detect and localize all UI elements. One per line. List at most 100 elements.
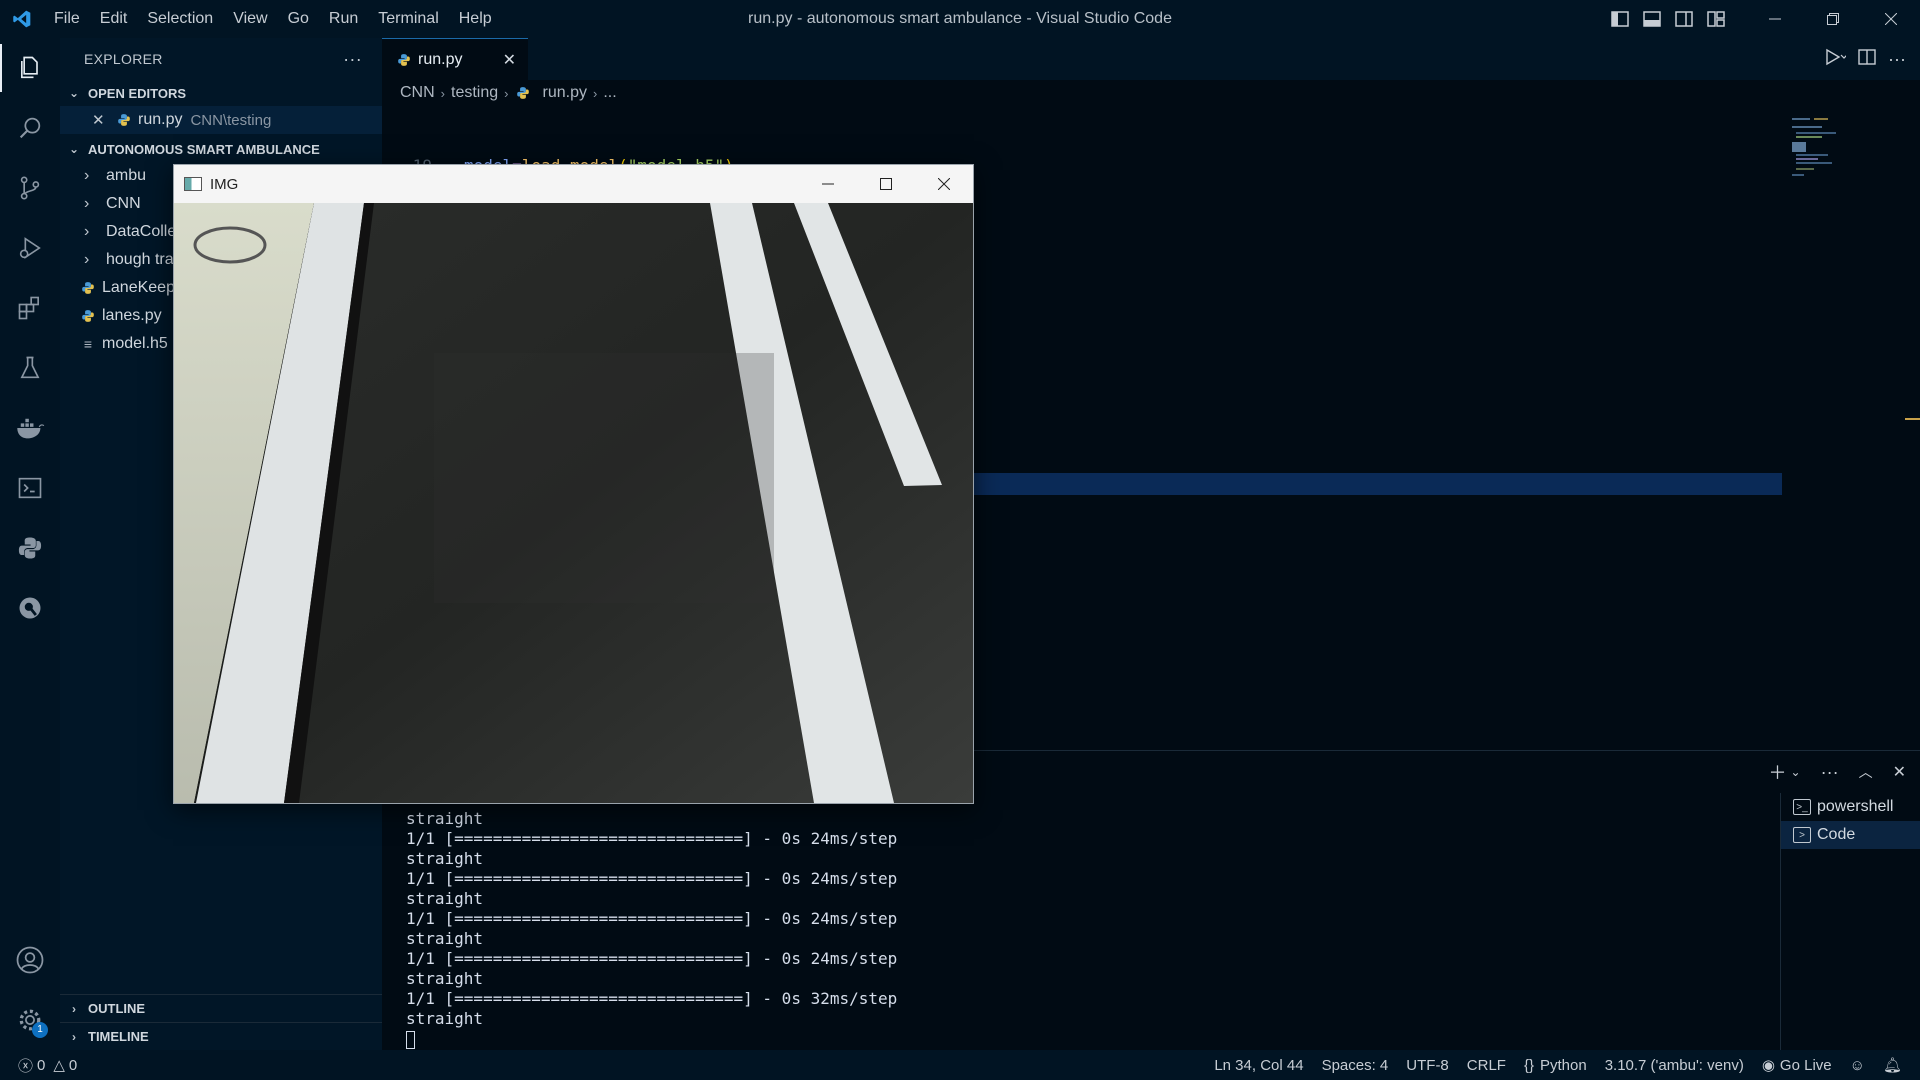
- chevron-right-icon: ›: [84, 251, 90, 268]
- extensions-icon[interactable]: [0, 278, 60, 338]
- split-editor-icon[interactable]: [1858, 48, 1876, 70]
- minimize-icon[interactable]: [1746, 0, 1804, 38]
- menu-selection[interactable]: Selection: [137, 0, 223, 38]
- img-window-titlebar[interactable]: IMG: [174, 165, 973, 203]
- breadcrumb-cnn[interactable]: CNN: [400, 84, 435, 102]
- remote-explorer-icon[interactable]: [0, 578, 60, 638]
- toggle-primary-sidebar-icon[interactable]: [1604, 0, 1636, 38]
- accounts-icon[interactable]: [0, 930, 60, 990]
- settings-gear-icon[interactable]: 1: [0, 990, 60, 1050]
- minimap[interactable]: [1792, 106, 1882, 226]
- chevron-down-icon: ⌄: [68, 86, 80, 100]
- end-of-line[interactable]: CRLF: [1467, 1057, 1506, 1074]
- explorer-icon[interactable]: [0, 38, 60, 98]
- status-bar: ⓧ 0 △ 0 Ln 34, Col 44 Spaces: 4 UTF-8 CRLF…: [0, 1050, 1920, 1080]
- chevron-right-icon: ›: [84, 195, 90, 212]
- breadcrumb-run-py[interactable]: run.py: [543, 84, 587, 102]
- menu-bar: File Edit Selection View Go Run Terminal…: [44, 0, 502, 38]
- breadcrumb-symbol[interactable]: ...: [603, 84, 616, 102]
- run-file-icon[interactable]: [1824, 48, 1848, 71]
- error-icon: ⓧ: [18, 1057, 34, 1075]
- terminal-line: 1/1 [==============================] - 0…: [406, 869, 898, 888]
- terminal-line: straight: [406, 1009, 484, 1028]
- chevron-right-icon: ›: [592, 85, 598, 101]
- close-editor-icon[interactable]: ✕: [92, 111, 108, 129]
- img-window[interactable]: IMG: [173, 164, 974, 804]
- explorer-title: EXPLORER: [84, 51, 163, 67]
- notifications-bell-icon[interactable]: 🔔︎: [1883, 1056, 1902, 1074]
- breadcrumb-testing[interactable]: testing: [451, 84, 498, 102]
- maximize-panel-icon[interactable]: ︿: [1859, 762, 1873, 782]
- camera-frame-image: [174, 203, 973, 803]
- warning-icon: △: [53, 1057, 65, 1074]
- close-tab-icon[interactable]: ✕: [503, 50, 516, 70]
- menu-view[interactable]: View: [223, 0, 277, 38]
- terminal-item-powershell[interactable]: >_ powershell: [1781, 793, 1920, 821]
- terminal-line: 1/1 [==============================] - 0…: [406, 829, 898, 848]
- app-window-icon: [184, 177, 202, 191]
- terminal-line: straight: [406, 929, 484, 948]
- menu-edit[interactable]: Edit: [90, 0, 138, 38]
- chevron-right-icon: ›: [504, 85, 509, 101]
- cursor-position[interactable]: Ln 34, Col 44: [1214, 1057, 1303, 1074]
- project-section[interactable]: ⌄ AUTONOMOUS SMART AMBULANCE: [60, 136, 382, 162]
- new-terminal-icon[interactable]: ＋: [1769, 759, 1787, 785]
- python-file-icon: [116, 112, 132, 128]
- maximize-icon[interactable]: [857, 165, 915, 203]
- panel-more-icon[interactable]: ···: [1821, 762, 1839, 783]
- menu-terminal[interactable]: Terminal: [368, 0, 448, 38]
- go-live-button[interactable]: ◉ Go Live: [1761, 1056, 1832, 1075]
- minimize-icon[interactable]: [799, 165, 857, 203]
- terminal-output[interactable]: straight 1/1 [==========================…: [406, 809, 897, 1049]
- customize-layout-icon[interactable]: [1700, 0, 1732, 38]
- docker-icon[interactable]: [0, 398, 60, 458]
- indentation[interactable]: Spaces: 4: [1322, 1057, 1389, 1074]
- terminal-line: straight: [406, 849, 484, 868]
- python-interpreter[interactable]: 3.10.7 ('ambu': venv): [1605, 1057, 1744, 1074]
- timeline-section[interactable]: › TIMELINE: [60, 1022, 382, 1050]
- search-icon[interactable]: [0, 98, 60, 158]
- chevron-down-icon[interactable]: ⌄: [1791, 765, 1801, 779]
- menu-help[interactable]: Help: [449, 0, 502, 38]
- editor-more-icon[interactable]: ···: [1888, 49, 1906, 70]
- terminal-icon: >_: [1793, 799, 1811, 815]
- close-panel-icon[interactable]: ✕: [1893, 762, 1906, 782]
- chevron-right-icon: ›: [72, 1001, 76, 1016]
- testing-flask-icon[interactable]: [0, 338, 60, 398]
- python-file-icon: [80, 308, 96, 324]
- tab-label: run.py: [418, 50, 463, 68]
- file-lines-icon: ≡: [83, 336, 93, 352]
- restore-icon[interactable]: [1804, 0, 1862, 38]
- terminal-line: 1/1 [==============================] - 0…: [406, 989, 898, 1008]
- outline-section[interactable]: › OUTLINE: [60, 994, 382, 1022]
- open-editors-section[interactable]: ⌄ OPEN EDITORS: [60, 80, 382, 106]
- settings-badge: 1: [32, 1022, 48, 1038]
- language-mode[interactable]: {} Python: [1524, 1057, 1587, 1074]
- open-editor-run-py[interactable]: ✕ run.py CNN\testing: [60, 106, 382, 134]
- terminal-line: straight: [406, 809, 484, 828]
- menu-run[interactable]: Run: [319, 0, 368, 38]
- terminal-icon[interactable]: [0, 458, 60, 518]
- close-window-icon[interactable]: [1862, 0, 1920, 38]
- close-window-icon[interactable]: [915, 165, 973, 203]
- menu-file[interactable]: File: [44, 0, 90, 38]
- terminal-icon: >: [1793, 827, 1811, 843]
- toggle-panel-icon[interactable]: [1636, 0, 1668, 38]
- menu-go[interactable]: Go: [278, 0, 319, 38]
- terminal-item-code[interactable]: > Code: [1781, 821, 1920, 849]
- toggle-secondary-sidebar-icon[interactable]: [1668, 0, 1700, 38]
- terminal-line: straight: [406, 969, 484, 988]
- feedback-icon[interactable]: ☺: [1850, 1057, 1865, 1074]
- run-debug-icon[interactable]: [0, 218, 60, 278]
- python-icon[interactable]: [0, 518, 60, 578]
- broadcast-icon: ◉: [1761, 1057, 1775, 1074]
- encoding[interactable]: UTF-8: [1406, 1057, 1449, 1074]
- chevron-right-icon: ›: [84, 167, 90, 184]
- source-control-icon[interactable]: [0, 158, 60, 218]
- more-actions-icon[interactable]: ···: [343, 49, 362, 70]
- chevron-right-icon: ›: [72, 1029, 76, 1044]
- title-bar: File Edit Selection View Go Run Terminal…: [0, 0, 1920, 38]
- tab-run-py[interactable]: run.py ✕: [382, 38, 528, 80]
- problems-indicator[interactable]: ⓧ 0 △ 0: [18, 1055, 77, 1076]
- terminal-line: 1/1 [==============================] - 0…: [406, 909, 898, 928]
